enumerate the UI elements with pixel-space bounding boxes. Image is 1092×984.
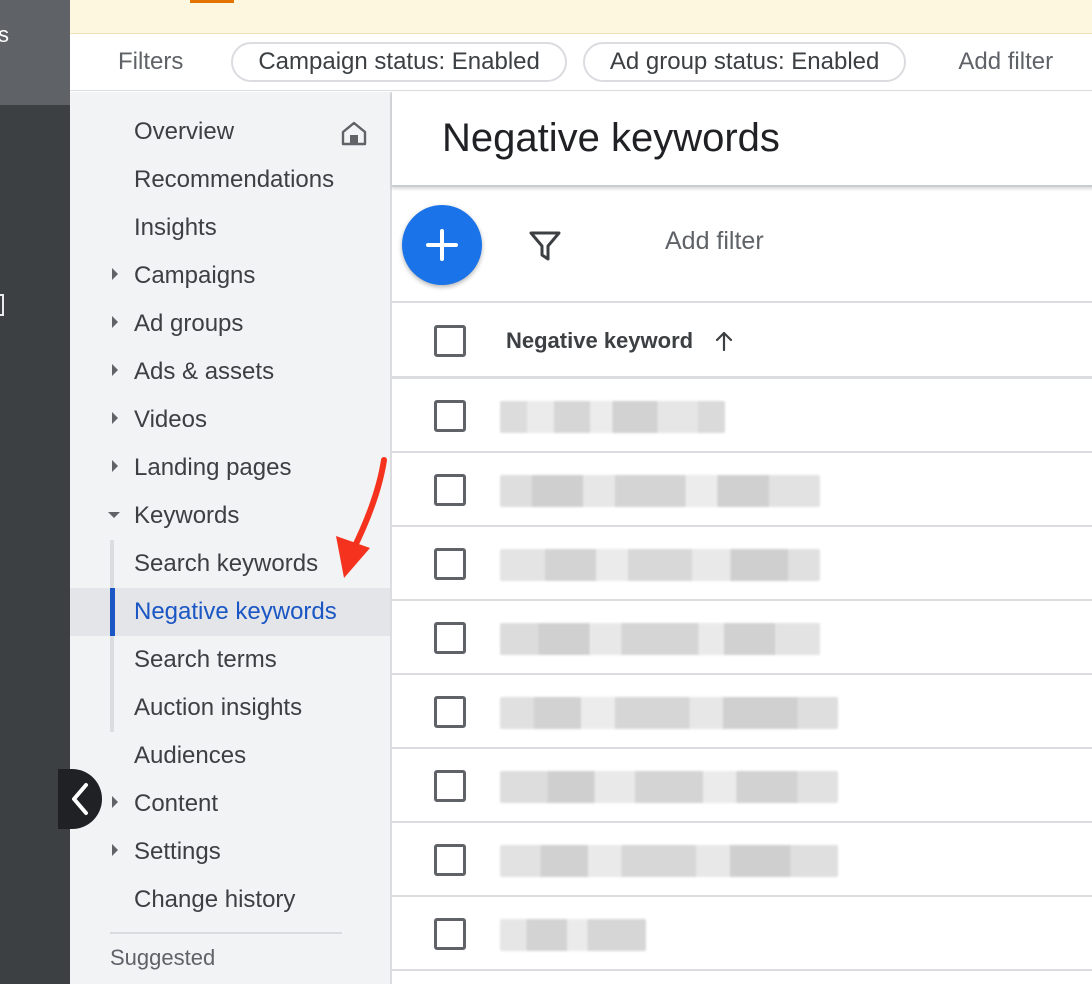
sidebar-item-insights[interactable]: Insights bbox=[70, 204, 390, 252]
sidebar-item-label: Search keywords bbox=[134, 550, 319, 577]
table-row[interactable] bbox=[392, 601, 1092, 675]
sidebar-item-label: Landing pages bbox=[134, 454, 292, 481]
rail-icon[interactable] bbox=[0, 294, 4, 316]
sidebar-item-label: Videos bbox=[134, 406, 207, 433]
banner-accent bbox=[190, 0, 234, 3]
sidebar-item-label: Keywords bbox=[134, 502, 240, 529]
table-row[interactable] bbox=[392, 823, 1092, 897]
sidebar-item-settings[interactable]: Settings bbox=[70, 828, 390, 876]
chevron-left-icon bbox=[72, 783, 88, 815]
negative-keywords-table: Negative keyword bbox=[392, 303, 1092, 971]
table-row[interactable] bbox=[392, 527, 1092, 601]
sidebar-item-ad-groups[interactable]: Ad groups bbox=[70, 300, 390, 348]
app-root: s Filters Campaign status: Enabled Ad gr… bbox=[0, 0, 1092, 984]
table-row[interactable] bbox=[392, 897, 1092, 971]
filter-chip-ad-group-status[interactable]: Ad group status: Enabled bbox=[582, 42, 907, 82]
sidebar-item-label: Audiences bbox=[134, 742, 247, 769]
left-rail: s bbox=[0, 0, 70, 984]
keyword-cell bbox=[500, 475, 820, 507]
table-row[interactable] bbox=[392, 749, 1092, 823]
caret-right-icon bbox=[112, 364, 118, 376]
row-checkbox[interactable] bbox=[434, 548, 466, 580]
sidebar-item-videos[interactable]: Videos bbox=[70, 396, 390, 444]
sidebar-item-campaigns[interactable]: Campaigns bbox=[70, 252, 390, 300]
sidebar-item-ads-assets[interactable]: Ads & assets bbox=[70, 348, 390, 396]
column-header-negative-keyword[interactable]: Negative keyword bbox=[506, 328, 693, 354]
sidebar-item-overview[interactable]: Overview bbox=[70, 108, 390, 156]
sidebar-item-label: Overview bbox=[134, 118, 235, 145]
page-header: Negative keywords bbox=[392, 92, 1092, 187]
home-icon bbox=[341, 121, 367, 146]
row-checkbox[interactable] bbox=[434, 918, 466, 950]
caret-down-icon bbox=[108, 512, 120, 518]
main-panel: Negative keywords Add filter Negative ke… bbox=[390, 92, 1092, 984]
sidebar-item-label: Recommendations bbox=[134, 166, 335, 193]
sidebar-item-label: Insights bbox=[134, 214, 217, 241]
keyword-cell bbox=[500, 697, 838, 729]
table-row[interactable] bbox=[392, 379, 1092, 453]
rail-top-item[interactable]: s bbox=[0, 0, 70, 105]
active-indicator bbox=[110, 588, 115, 636]
sidebar-item-negative-keywords[interactable]: Negative keywords bbox=[70, 588, 390, 636]
top-banner bbox=[70, 0, 1092, 34]
caret-right-icon bbox=[112, 460, 118, 472]
plus-icon bbox=[426, 229, 458, 261]
table-toolbar: Add filter bbox=[392, 189, 1092, 303]
row-checkbox[interactable] bbox=[434, 770, 466, 802]
caret-right-icon bbox=[112, 268, 118, 280]
add-filter-link[interactable]: Add filter bbox=[958, 48, 1053, 76]
sidebar-item-label: Ads & assets bbox=[134, 358, 275, 385]
keyword-cell bbox=[500, 623, 820, 655]
sidebar-item-label: Ad groups bbox=[134, 310, 244, 337]
sidebar-item-change-history[interactable]: Change history bbox=[70, 876, 390, 924]
nav-divider bbox=[110, 932, 342, 934]
row-checkbox[interactable] bbox=[434, 844, 466, 876]
sidebar-item-label: Auction insights bbox=[134, 694, 303, 721]
caret-right-icon bbox=[112, 844, 118, 856]
sidebar-item-label: Change history bbox=[134, 886, 296, 913]
keyword-cell bbox=[500, 919, 646, 951]
keyword-cell bbox=[500, 771, 838, 803]
sidebar-item-recommendations[interactable]: Recommendations bbox=[70, 156, 390, 204]
filter-chip-campaign-status[interactable]: Campaign status: Enabled bbox=[231, 42, 567, 82]
keyword-cell bbox=[500, 845, 838, 877]
keyword-cell bbox=[500, 549, 820, 581]
caret-right-icon bbox=[112, 316, 118, 328]
sidebar-item-label: Content bbox=[134, 790, 219, 817]
select-all-checkbox[interactable] bbox=[434, 325, 466, 357]
filters-label: Filters bbox=[118, 48, 184, 75]
sidebar-item-label: Negative keywords bbox=[134, 598, 337, 625]
caret-right-icon bbox=[112, 412, 118, 424]
table-header: Negative keyword bbox=[392, 303, 1092, 379]
rail-top-text: s bbox=[0, 22, 9, 47]
table-row[interactable] bbox=[392, 675, 1092, 749]
row-checkbox[interactable] bbox=[434, 622, 466, 654]
caret-right-icon bbox=[112, 796, 118, 808]
keyword-cell bbox=[500, 401, 725, 433]
filter-bar: Filters Campaign status: Enabled Ad grou… bbox=[70, 34, 1092, 91]
sidebar-item-content[interactable]: Content bbox=[70, 780, 390, 828]
add-filter-button[interactable]: Add filter bbox=[665, 227, 764, 256]
filter-icon[interactable] bbox=[528, 229, 562, 263]
sort-ascending-icon[interactable] bbox=[712, 329, 736, 353]
annotation-arrow-icon bbox=[336, 457, 387, 578]
page-title: Negative keywords bbox=[442, 116, 780, 160]
row-checkbox[interactable] bbox=[434, 400, 466, 432]
sidebar-item-audiences[interactable]: Audiences bbox=[70, 732, 390, 780]
sidebar-item-label: Search terms bbox=[134, 646, 277, 673]
sidebar-item-label: Settings bbox=[134, 838, 221, 865]
sidebar-item-auction-insights[interactable]: Auction insights bbox=[70, 684, 390, 732]
add-negative-keyword-button[interactable] bbox=[402, 205, 482, 285]
sidebar-item-search-terms[interactable]: Search terms bbox=[70, 636, 390, 684]
row-checkbox[interactable] bbox=[434, 696, 466, 728]
row-checkbox[interactable] bbox=[434, 474, 466, 506]
sidebar-item-label: Campaigns bbox=[134, 262, 256, 289]
table-row[interactable] bbox=[392, 453, 1092, 527]
suggested-heading: Suggested bbox=[110, 945, 216, 970]
